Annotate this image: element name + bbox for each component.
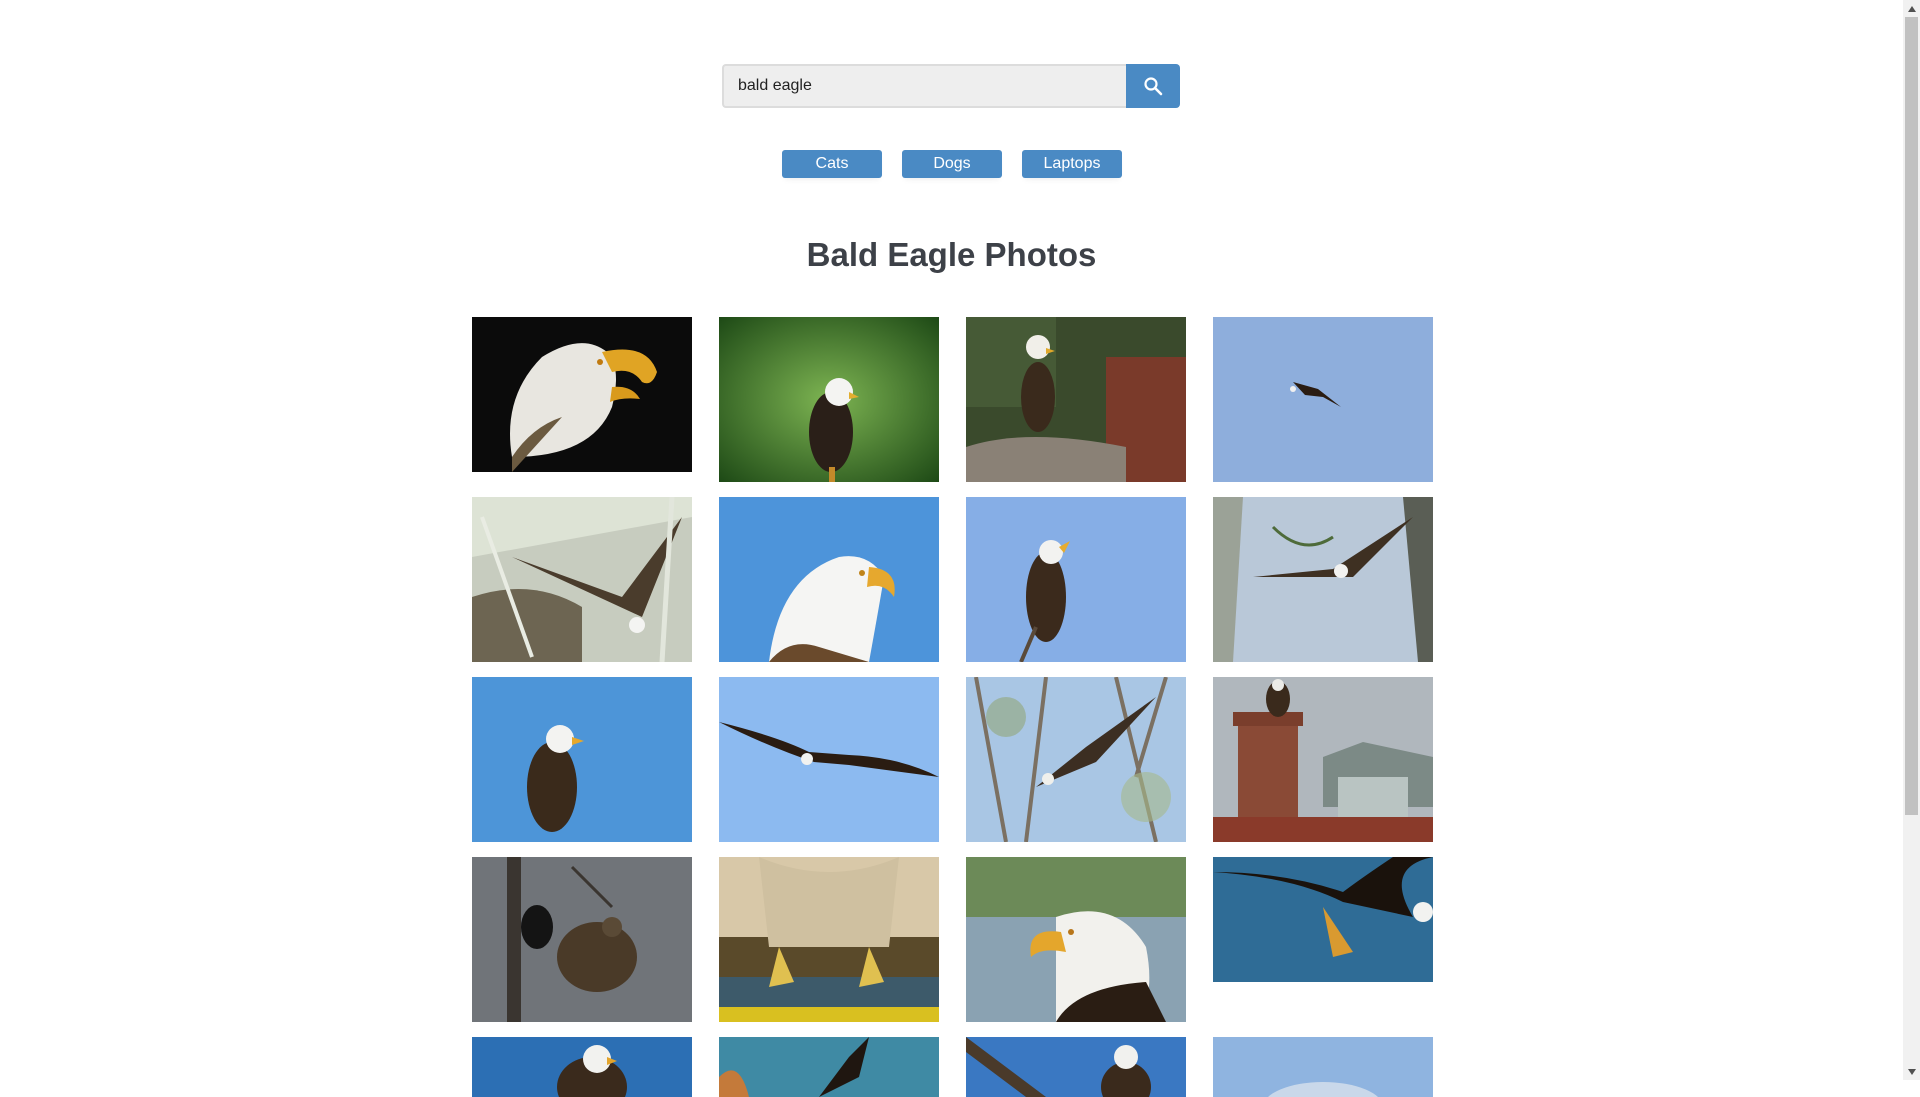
photo-eagle-gliding-wings-spread[interactable] <box>719 677 939 842</box>
vertical-scrollbar[interactable] <box>1903 0 1920 1080</box>
search-icon <box>1144 77 1163 96</box>
photo-eagle-calling-on-branch[interactable] <box>966 497 1186 662</box>
photo-eagle-head-closeup-blue[interactable] <box>719 497 939 662</box>
photo-eagle-in-bare-branches[interactable] <box>966 677 1186 842</box>
photo-eagle-flying-through-trees[interactable] <box>1213 497 1433 662</box>
photo-eagle-leaving-nest[interactable] <box>472 497 692 662</box>
scrollbar-thumb[interactable] <box>1905 17 1918 815</box>
photo-eagle-row5-3[interactable] <box>966 1037 1186 1097</box>
search-button[interactable] <box>1126 64 1180 108</box>
photo-eagle-row5-4[interactable] <box>1213 1037 1433 1097</box>
page-title: Bald Eagle Photos <box>806 236 1097 273</box>
photo-eagle-perched-blue-sky[interactable] <box>472 677 692 842</box>
search-bar <box>722 64 1182 108</box>
category-button-cats[interactable]: Cats <box>782 150 882 178</box>
search-input[interactable] <box>722 64 1126 108</box>
photo-eagle-flying-over-water[interactable] <box>1213 857 1433 982</box>
photo-eagle-row5-1[interactable] <box>472 1037 692 1097</box>
photo-eagle-on-chimney-lighthouse[interactable] <box>1213 677 1433 842</box>
photo-eagle-soaring-sky[interactable] <box>1213 317 1433 482</box>
category-button-laptops[interactable]: Laptops <box>1022 150 1122 178</box>
scroll-up-arrow-icon[interactable] <box>1903 0 1920 17</box>
photo-eagle-screaming-portrait[interactable] <box>472 317 692 472</box>
photo-eagle-perched-green-forest[interactable] <box>719 317 939 482</box>
photo-eagle-head-profile[interactable] <box>966 857 1186 1022</box>
photo-eagle-with-crow-on-snag[interactable] <box>472 857 692 1022</box>
photo-eagle-row5-2[interactable] <box>719 1037 939 1097</box>
scroll-down-arrow-icon[interactable] <box>1903 1063 1920 1080</box>
photo-eagle-talons-closeup[interactable] <box>719 857 939 1022</box>
photo-eagle-on-stump[interactable] <box>966 317 1186 482</box>
category-buttons: Cats Dogs Laptops <box>782 150 1122 178</box>
category-button-dogs[interactable]: Dogs <box>902 150 1002 178</box>
